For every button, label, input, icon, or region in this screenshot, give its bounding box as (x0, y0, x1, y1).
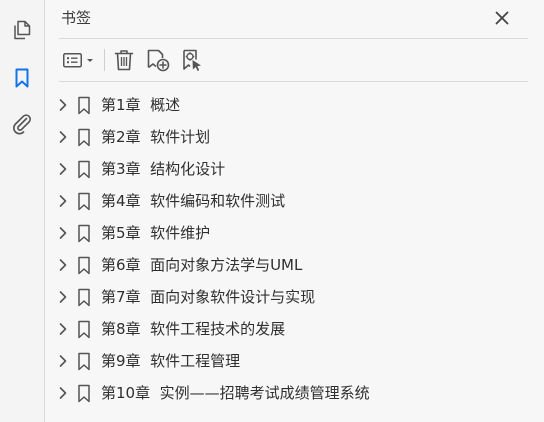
close-panel-button[interactable] (492, 8, 512, 28)
bookmark-label: 第1章 概述 (101, 96, 181, 114)
bookmark-label: 第6章 面向对象方法学与UML (101, 256, 303, 274)
bookmark-item-2[interactable]: 第2章 软件计划 (45, 121, 544, 153)
bookmark-label: 第7章 面向对象软件设计与实现 (101, 288, 316, 306)
new-bookmark-icon (147, 49, 170, 72)
bookmark-label: 第3章 结构化设计 (101, 160, 226, 178)
bookmarks-button[interactable] (9, 65, 35, 91)
expand-chevron-icon[interactable] (56, 97, 70, 113)
delete-icon (114, 50, 134, 71)
new-bookmark-from-structure-icon (183, 49, 201, 71)
bookmark-icon (15, 68, 29, 88)
expand-chevron-icon[interactable] (56, 257, 70, 273)
new-bookmark-button[interactable] (145, 47, 171, 73)
options-menu-button[interactable] (61, 47, 97, 73)
bookmark-label: 第8章 软件工程技术的发展 (101, 320, 286, 338)
bookmarks-panel: 书签 第1章 概述 第2章 软件计划 第3章 结构化设计 第4章 软件编码和软件… (45, 0, 544, 422)
bookmark-icon (76, 159, 92, 179)
expand-chevron-icon[interactable] (56, 161, 70, 177)
bookmark-label: 第10章 实例——招聘考试成绩管理系统 (101, 384, 370, 402)
bookmark-icon (76, 319, 92, 339)
bookmark-label: 第9章 软件工程管理 (101, 352, 241, 370)
expand-chevron-icon[interactable] (56, 225, 70, 241)
bookmark-item-5[interactable]: 第5章 软件维护 (45, 217, 544, 249)
bookmark-label: 第2章 软件计划 (101, 128, 211, 146)
bookmark-icon (76, 255, 92, 275)
toolbar-divider (104, 49, 105, 71)
expand-chevron-icon[interactable] (56, 193, 70, 209)
bookmark-item-3[interactable]: 第3章 结构化设计 (45, 153, 544, 185)
attachment-icon (13, 114, 31, 135)
expand-chevron-icon[interactable] (56, 353, 70, 369)
expand-chevron-icon[interactable] (56, 321, 70, 337)
bookmark-icon (76, 95, 92, 115)
bookmark-icon (76, 351, 92, 371)
pages-icon (14, 20, 31, 40)
expand-chevron-icon[interactable] (56, 289, 70, 305)
expand-chevron-icon[interactable] (56, 129, 70, 145)
panel-title: 书签 (61, 9, 92, 27)
close-icon (495, 11, 509, 25)
bookmark-item-1[interactable]: 第1章 概述 (45, 89, 544, 121)
bookmark-item-10[interactable]: 第10章 实例——招聘考试成绩管理系统 (45, 377, 544, 409)
navigation-rail (0, 0, 45, 422)
bookmark-icon (76, 127, 92, 147)
new-bookmark-from-structure-button[interactable] (179, 47, 205, 73)
bookmark-item-4[interactable]: 第4章 软件编码和软件测试 (45, 185, 544, 217)
bookmark-icon (76, 223, 92, 243)
header-divider (59, 38, 528, 39)
attachments-button[interactable] (9, 110, 35, 136)
toolbar-divider-line (59, 81, 528, 82)
bookmark-item-7[interactable]: 第7章 面向对象软件设计与实现 (45, 281, 544, 313)
expand-chevron-icon[interactable] (56, 385, 70, 401)
options-menu-icon (63, 53, 93, 68)
pages-button[interactable] (9, 17, 35, 43)
delete-bookmark-button[interactable] (111, 47, 137, 73)
bookmark-label: 第5章 软件维护 (101, 224, 211, 242)
bookmark-label: 第4章 软件编码和软件测试 (101, 192, 286, 210)
bookmark-icon (76, 287, 92, 307)
bookmark-icon (76, 191, 92, 211)
bookmarks-toolbar (59, 44, 519, 76)
bookmark-item-8[interactable]: 第8章 软件工程技术的发展 (45, 313, 544, 345)
bookmark-item-6[interactable]: 第6章 面向对象方法学与UML (45, 249, 544, 281)
bookmark-list: 第1章 概述 第2章 软件计划 第3章 结构化设计 第4章 软件编码和软件测试 … (45, 89, 544, 409)
bookmark-icon (76, 383, 92, 403)
bookmark-item-9[interactable]: 第9章 软件工程管理 (45, 345, 544, 377)
